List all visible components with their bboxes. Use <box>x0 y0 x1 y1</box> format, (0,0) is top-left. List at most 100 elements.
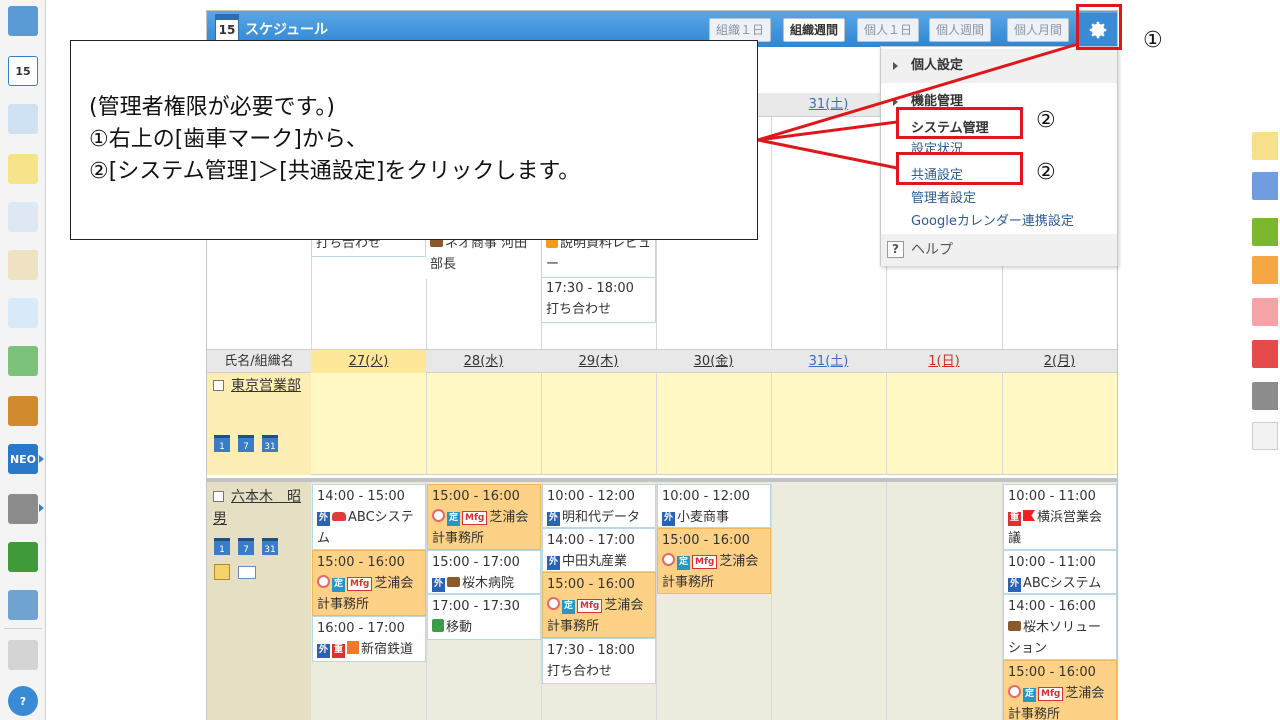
event-card[interactable]: 15:00 - 16:00 定 Mfg 芝浦会計事務所 <box>312 550 426 616</box>
edit-icon[interactable] <box>214 564 230 580</box>
tab-personal-day[interactable]: 個人１日 <box>857 18 920 42</box>
event-time: 10:00 - 12:00 <box>662 489 750 504</box>
event-time: 14:00 - 16:00 <box>1008 599 1096 614</box>
mail-icon[interactable] <box>238 566 256 579</box>
walking-icon <box>347 641 360 654</box>
tab-org-week[interactable]: 組織週間 <box>783 18 846 42</box>
palette-green[interactable] <box>1252 218 1278 246</box>
bulletin-icon[interactable] <box>8 202 38 232</box>
event-title: 新宿鉄道 <box>361 642 414 657</box>
tab-personal-week[interactable]: 個人週間 <box>929 18 992 42</box>
highlight-gear <box>1076 4 1122 50</box>
person-icon <box>317 575 330 588</box>
event-card[interactable]: 10:00 - 11:00 外 ABCシステム <box>1003 550 1117 594</box>
help-icon[interactable]: ? <box>8 686 38 716</box>
menu-admin-settings[interactable]: 管理者設定 <box>911 187 976 206</box>
event-title: 打ち合わせ <box>546 302 612 317</box>
mfg-badge: Mfg <box>462 511 488 525</box>
sticky-note-icon[interactable] <box>1252 132 1278 160</box>
callout-line-3: ②[システム管理]＞[共通設定]をクリックします。 <box>89 159 581 184</box>
memo-icon[interactable] <box>8 154 38 184</box>
folder-icon[interactable] <box>8 494 38 524</box>
month-view-icon[interactable]: 31 <box>262 538 278 555</box>
briefcase-icon <box>1008 621 1021 631</box>
event-card[interactable]: 10:00 - 12:00 外小麦商事 <box>657 484 771 528</box>
palette-red[interactable] <box>1252 340 1278 368</box>
event-card[interactable]: 15:00 - 16:00 定 Mfg 芝浦会計事務所 <box>657 528 771 594</box>
event-title: 桜木病院 <box>462 576 515 591</box>
event-time: 14:00 - 17:00 <box>547 533 635 548</box>
menu-personal-settings[interactable]: 個人設定 <box>881 49 1117 83</box>
week-view-icon[interactable]: 7 <box>238 538 254 555</box>
tanomaru-icon[interactable] <box>8 542 38 572</box>
event-time: 16:00 - 17:00 <box>317 621 405 636</box>
group-name-link[interactable]: 東京営業部 <box>231 375 301 395</box>
menu-help[interactable]: ? ヘルプ <box>881 234 1117 266</box>
event-time: 15:00 - 16:00 <box>432 489 520 504</box>
event-card[interactable]: 17:00 - 17:30 移動 <box>427 594 541 640</box>
group-name-cell: 東京営業部 1 7 31 <box>207 373 311 475</box>
event-card[interactable]: 16:00 - 17:00 外重 新宿鉄道 <box>312 616 426 662</box>
grid-line <box>771 373 772 475</box>
day-header-wed[interactable]: 28(水) <box>426 350 541 374</box>
day-header-thu[interactable]: 29(木) <box>541 350 656 374</box>
outside-badge: 外 <box>1008 578 1022 592</box>
event-card[interactable]: 14:00 - 16:00 桜木ソリューション <box>1003 594 1117 660</box>
event-card[interactable]: 10:00 - 11:00 重横浜営業会議 <box>1003 484 1117 550</box>
facility-icon[interactable] <box>8 104 38 134</box>
day-header-sun[interactable]: 1(日) <box>886 350 1002 374</box>
event-time: 17:30 - 18:00 <box>546 281 634 296</box>
neo-expand-icon[interactable] <box>39 455 44 463</box>
day-header-fri[interactable]: 30(金) <box>656 350 771 374</box>
event-time: 17:30 - 18:00 <box>547 643 635 658</box>
palette-pink[interactable] <box>1252 298 1278 326</box>
day-view-icon[interactable]: 1 <box>214 538 230 555</box>
day-view-icon[interactable]: 1 <box>214 435 230 452</box>
day-header-sat[interactable]: 31(土) <box>771 350 886 374</box>
group-checkbox[interactable] <box>213 380 224 391</box>
person-name-cell: 六本木 昭男 1 7 31 <box>207 482 311 720</box>
day-header-mon[interactable]: 2(月) <box>1002 350 1117 374</box>
event-card[interactable]: 14:00 - 17:00 外中田丸産業 <box>542 528 656 572</box>
person-name-link[interactable]: 六本木 昭男 <box>213 486 309 530</box>
event-time: 15:00 - 16:00 <box>547 577 635 592</box>
refresh-doc-icon[interactable] <box>8 346 38 376</box>
bus-icon <box>432 619 444 632</box>
car-icon <box>332 512 347 521</box>
event-card[interactable]: 15:00 - 17:00 外 桜木病院 <box>427 550 541 594</box>
event-time: 15:00 - 16:00 <box>1008 665 1096 680</box>
event-card[interactable]: 15:00 - 16:00 定 Mfg 芝浦会計事務所 <box>1003 660 1117 720</box>
event-card[interactable]: 15:00 - 16:00 定 Mfg 芝浦会計事務所 <box>427 484 541 550</box>
app-banner-icon[interactable] <box>8 590 38 620</box>
palette-orange[interactable] <box>1252 256 1278 284</box>
calendar-icon[interactable]: 15 <box>8 56 38 86</box>
week-view-icon[interactable]: 7 <box>238 435 254 452</box>
clipboard-icon[interactable] <box>8 250 38 280</box>
gear-icon[interactable] <box>8 640 38 670</box>
dashboard-icon[interactable] <box>8 6 38 36</box>
upper-day-31[interactable]: 31(土) <box>771 93 886 117</box>
search-doc-icon[interactable] <box>8 298 38 328</box>
regular-badge: 定 <box>447 512 461 526</box>
day-header-tue[interactable]: 27(火) <box>311 350 426 374</box>
neo-chart-icon[interactable]: NEO <box>8 444 38 474</box>
event-card[interactable]: 14:00 - 15:00 外 ABCシステム <box>312 484 426 550</box>
tab-org-day[interactable]: 組織１日 <box>709 18 772 42</box>
tab-personal-month[interactable]: 個人月間 <box>1007 18 1070 42</box>
event-title: 移動 <box>446 620 473 635</box>
pencil-icon[interactable] <box>1252 422 1278 450</box>
event-card[interactable]: 17:30 - 18:00 打ち合わせ <box>542 638 656 684</box>
event-card[interactable]: 15:00 - 16:00 定 Mfg 芝浦会計事務所 <box>542 572 656 638</box>
sidebar-divider <box>4 628 42 629</box>
folder-expand-icon[interactable] <box>39 504 44 512</box>
palette-gray[interactable] <box>1252 382 1278 410</box>
cabinet-icon[interactable] <box>8 396 38 426</box>
event-title: ABCシステム <box>1023 576 1102 591</box>
outside-badge: 外 <box>662 512 676 526</box>
menu-google-calendar[interactable]: Googleカレンダー連携設定 <box>911 210 1074 229</box>
event-card[interactable]: 10:00 - 12:00 外明和代データ <box>542 484 656 528</box>
event-time: 15:00 - 16:00 <box>662 533 750 548</box>
palette-blue[interactable] <box>1252 172 1278 200</box>
upper-event[interactable]: 17:30 - 18:00 打ち合わせ <box>541 277 656 323</box>
month-view-icon[interactable]: 31 <box>262 435 278 452</box>
